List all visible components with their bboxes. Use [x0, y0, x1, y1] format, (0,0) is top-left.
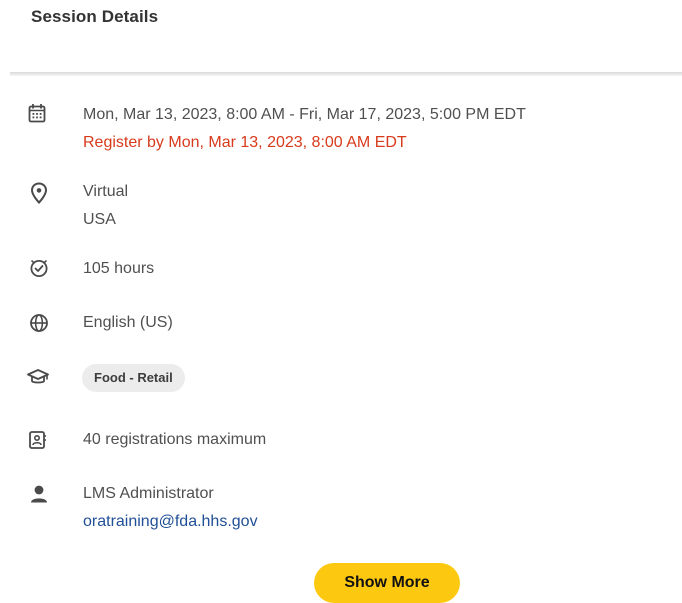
capacity-text: 40 registrations maximum	[83, 431, 267, 448]
clock-icon	[29, 258, 49, 278]
duration-text: 105 hours	[83, 260, 155, 277]
location-text: Virtual USA	[83, 178, 128, 234]
calendar-icon	[28, 103, 46, 123]
person-icon	[29, 484, 49, 504]
show-more-button[interactable]: Show More	[314, 563, 460, 603]
contact-name: LMS Administrator	[83, 485, 214, 502]
page-title: Session Details	[31, 7, 159, 26]
language-text: English (US)	[83, 314, 173, 331]
location-line-2: USA	[83, 211, 116, 228]
location-pin-icon	[30, 182, 48, 204]
register-deadline: Register by Mon, Mar 13, 2023, 8:00 AM E…	[83, 134, 407, 151]
category-tag: Food - Retail	[82, 364, 185, 392]
graduation-cap-icon	[27, 368, 49, 386]
date-range: Mon, Mar 13, 2023, 8:00 AM - Fri, Mar 17…	[83, 106, 526, 123]
header-divider	[10, 72, 682, 76]
registration-badge-icon	[28, 430, 48, 450]
date-text: Mon, Mar 13, 2023, 8:00 AM - Fri, Mar 17…	[83, 101, 526, 157]
location-line-1: Virtual	[83, 183, 129, 200]
contact-email-link[interactable]: oratraining@fda.hhs.gov	[83, 508, 258, 536]
globe-icon	[29, 313, 49, 333]
contact-text: LMS Administrator oratraining@fda.hhs.go…	[83, 480, 258, 536]
session-header: Session Details	[0, 0, 682, 72]
